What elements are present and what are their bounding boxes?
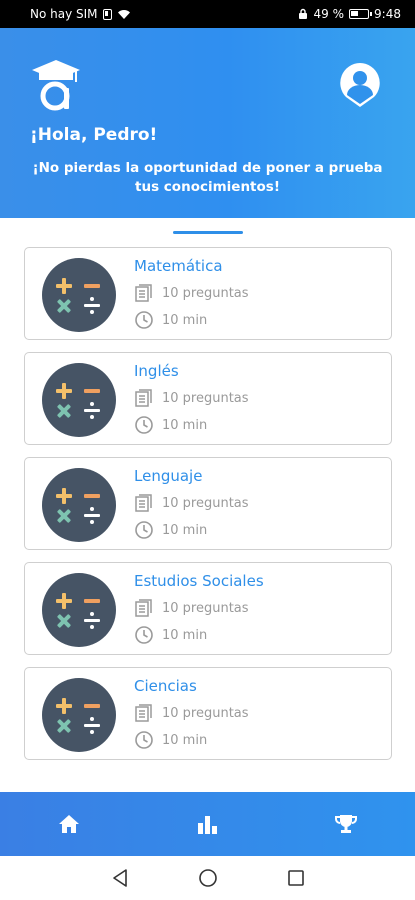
questions-count: 10 preguntas — [162, 705, 249, 721]
quiz-card-lenguaje[interactable]: Lenguaje 10 preguntas 10 min — [24, 457, 392, 550]
carrier-text: No hay SIM — [30, 7, 98, 21]
sim-icon — [102, 8, 112, 20]
bar-chart-icon — [198, 816, 218, 834]
time-row: 10 min — [134, 415, 207, 435]
time-duration: 10 min — [162, 312, 208, 328]
home-circle-icon[interactable] — [197, 867, 219, 889]
clock-text: 9:48 — [374, 7, 401, 21]
clock-icon — [135, 521, 153, 539]
time-row: 10 min — [134, 520, 207, 540]
quiz-title: Lenguaje — [134, 467, 203, 485]
document-list-icon — [135, 284, 152, 302]
trophy-icon — [334, 815, 357, 833]
time-duration: 10 min — [162, 417, 208, 433]
time-duration: 10 min — [162, 627, 208, 643]
back-icon[interactable] — [109, 867, 131, 889]
time-row: 10 min — [134, 730, 207, 750]
quiz-title: Matemática — [134, 257, 223, 275]
graduation-cap-a-icon — [32, 60, 80, 111]
lock-rotate-icon — [298, 8, 307, 19]
questions-row: 10 preguntas — [134, 703, 249, 723]
questions-count: 10 preguntas — [162, 495, 249, 511]
questions-row: 10 preguntas — [134, 388, 249, 408]
questions-count: 10 preguntas — [162, 285, 249, 301]
battery-icon — [349, 9, 373, 19]
nav-home[interactable] — [49, 804, 89, 844]
tab-indicator — [173, 231, 243, 234]
clock-icon — [135, 626, 153, 644]
quiz-list: Matemática 10 preguntas 10 min Inglés 10… — [24, 247, 392, 772]
recents-icon[interactable] — [285, 867, 307, 889]
time-row: 10 min — [134, 625, 207, 645]
profile-button[interactable] — [337, 61, 383, 109]
math-operators-icon — [42, 468, 116, 542]
math-operators-icon — [42, 678, 116, 752]
math-operators-icon — [42, 258, 116, 332]
quiz-card-estudios-sociales[interactable]: Estudios Sociales 10 preguntas 10 min — [24, 562, 392, 655]
clock-icon — [135, 311, 153, 329]
tagline-text: ¡No pierdas la oportunidad de poner a pr… — [32, 160, 383, 195]
nav-stats[interactable] — [187, 804, 227, 844]
questions-count: 10 preguntas — [162, 600, 249, 616]
time-row: 10 min — [134, 310, 207, 330]
header: ¡Hola, Pedro! ¡No pierdas la oportunidad… — [0, 28, 415, 218]
quiz-title: Ciencias — [134, 677, 197, 695]
status-bar: No hay SIM 49 % 9:48 — [0, 0, 415, 28]
document-list-icon — [135, 389, 152, 407]
math-operators-icon — [42, 573, 116, 647]
document-list-icon — [135, 494, 152, 512]
document-list-icon — [135, 599, 152, 617]
math-operators-icon — [42, 363, 116, 437]
nav-ranking[interactable] — [326, 804, 366, 844]
quiz-card-ingles[interactable]: Inglés 10 preguntas 10 min — [24, 352, 392, 445]
quiz-title: Inglés — [134, 362, 179, 380]
questions-count: 10 preguntas — [162, 390, 249, 406]
system-nav — [0, 856, 415, 900]
time-duration: 10 min — [162, 522, 208, 538]
wifi-icon — [117, 9, 130, 19]
home-icon — [59, 815, 80, 833]
questions-row: 10 preguntas — [134, 598, 249, 618]
greeting-text: ¡Hola, Pedro! — [30, 125, 158, 145]
status-left: No hay SIM — [30, 7, 131, 21]
clock-icon — [135, 416, 153, 434]
bottom-nav — [0, 792, 415, 856]
document-list-icon — [135, 704, 152, 722]
quiz-card-matematica[interactable]: Matemática 10 preguntas 10 min — [24, 247, 392, 340]
status-right: 49 % 9:48 — [297, 7, 401, 21]
clock-icon — [135, 731, 153, 749]
quiz-card-ciencias[interactable]: Ciencias 10 preguntas 10 min — [24, 667, 392, 760]
quiz-title: Estudios Sociales — [134, 572, 264, 590]
questions-row: 10 preguntas — [134, 493, 249, 513]
questions-row: 10 preguntas — [134, 283, 249, 303]
time-duration: 10 min — [162, 732, 208, 748]
battery-text: 49 % — [313, 7, 345, 21]
